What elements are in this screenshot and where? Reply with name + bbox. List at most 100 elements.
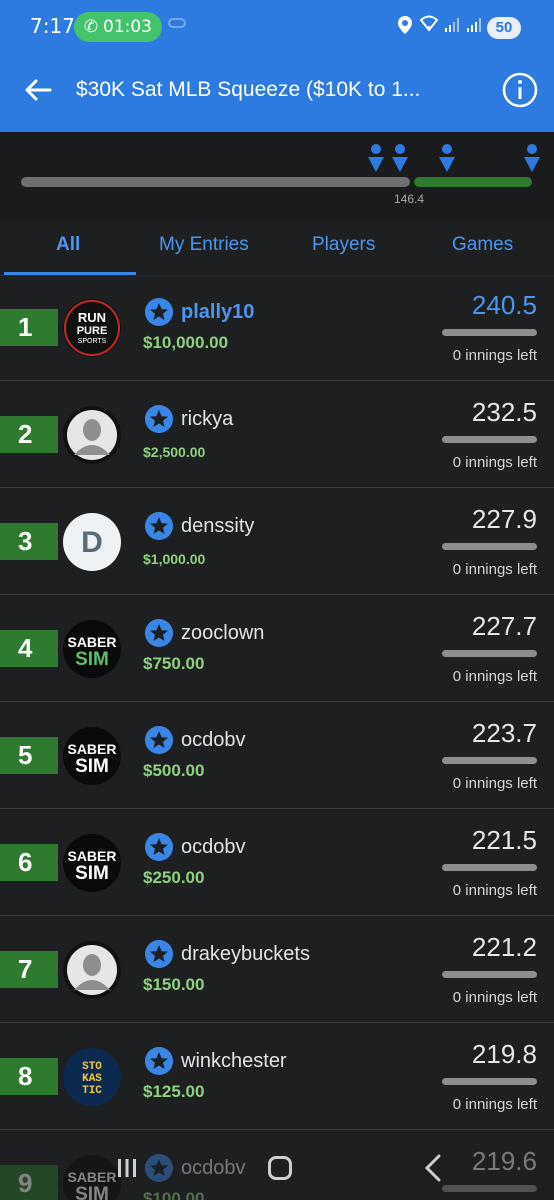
star-icon[interactable]: [145, 405, 173, 433]
star-icon[interactable]: [145, 833, 173, 861]
star-icon[interactable]: [145, 1047, 173, 1075]
progress-bar-payout-zone: [414, 177, 532, 187]
username[interactable]: ocdobv: [181, 729, 246, 752]
leaderboard-row[interactable]: 3 D denssity $1,000.00 227.9 0 innings l…: [0, 488, 554, 595]
tab-players[interactable]: Players: [312, 234, 375, 256]
svg-text:RUN: RUN: [78, 310, 106, 325]
rank-badge: 8: [0, 1058, 58, 1095]
user-avatar[interactable]: [62, 940, 122, 1000]
user-avatar[interactable]: [62, 405, 122, 465]
status-bar: 7:17 ✆ 01:03 50: [0, 0, 554, 56]
user-avatar[interactable]: D: [62, 512, 122, 572]
username[interactable]: denssity: [181, 515, 254, 538]
username[interactable]: ocdobv: [181, 836, 246, 859]
user-avatar[interactable]: SABER SIM: [62, 619, 122, 679]
svg-text:TIC: TIC: [82, 1085, 102, 1097]
rank-badge: 1: [0, 309, 58, 346]
prize-amount: $150.00: [143, 975, 205, 994]
star-icon[interactable]: [145, 512, 173, 540]
user-avatar[interactable]: SABER SIM: [62, 833, 122, 893]
rank-badge: 5: [0, 737, 58, 774]
nav-back-icon[interactable]: [424, 1154, 442, 1182]
tab-bar: All My Entries Players Games: [0, 220, 554, 276]
remaining-progress-bar: [442, 1078, 537, 1085]
top-app-bar: 7:17 ✆ 01:03 50 $30K Sat MLB Squeeze ($10…: [0, 0, 554, 132]
fantasy-score: 223.7: [471, 718, 537, 748]
rank-badge: 7: [0, 951, 58, 988]
star-icon[interactable]: [145, 619, 173, 647]
user-avatar[interactable]: SABER SIM: [62, 726, 122, 786]
username[interactable]: rickya: [181, 408, 233, 431]
remaining-progress-bar: [442, 436, 537, 443]
user-marker-icon[interactable]: [522, 142, 542, 176]
wifi-icon: [419, 15, 439, 32]
leaderboard-row[interactable]: 5 SABER SIM ocdobv $500.00 223.7 0 innin…: [0, 702, 554, 809]
rank-badge: 3: [0, 523, 58, 560]
recent-apps-icon[interactable]: [116, 1158, 138, 1178]
username[interactable]: plally10: [181, 301, 254, 324]
svg-text:PURE: PURE: [77, 325, 108, 337]
fantasy-score: 232.5: [471, 397, 537, 427]
username[interactable]: drakeybuckets: [181, 943, 310, 966]
contest-title: $30K Sat MLB Squeeze ($10K to 1...: [76, 78, 421, 101]
rank-badge: 6: [0, 844, 58, 881]
username[interactable]: winkchester: [181, 1050, 287, 1073]
svg-text:SABER: SABER: [67, 848, 116, 864]
remaining-progress-bar: [442, 543, 537, 550]
home-icon[interactable]: [268, 1156, 292, 1180]
innings-left: 0 innings left: [452, 882, 537, 899]
user-marker-icon[interactable]: [437, 142, 457, 176]
user-avatar[interactable]: STO KAS TIC: [62, 1047, 122, 1107]
star-icon[interactable]: [145, 940, 173, 968]
prize-amount: $125.00: [143, 1082, 205, 1101]
battery-indicator: 50: [487, 17, 521, 39]
star-icon[interactable]: [145, 298, 173, 326]
progress-bar-track: [21, 177, 410, 187]
svg-text:SIM: SIM: [75, 756, 109, 777]
app-root: 7:17 ✆ 01:03 50 $30K Sat MLB Squeeze ($10…: [0, 0, 554, 1200]
location-icon: [398, 16, 412, 34]
tab-all[interactable]: All: [56, 234, 80, 256]
innings-left: 0 innings left: [452, 668, 537, 685]
username[interactable]: zooclown: [181, 622, 264, 645]
rank-badge: 2: [0, 416, 58, 453]
fantasy-score: 227.7: [471, 611, 537, 641]
user-avatar[interactable]: RUN PURE SPORTS: [62, 298, 122, 358]
payout-progress: [0, 132, 554, 220]
leaderboard-row[interactable]: 8 STO KAS TIC winkchester $125.00 219.8 …: [0, 1023, 554, 1130]
prize-amount: $750.00: [143, 654, 205, 673]
fantasy-score: 240.5: [471, 290, 537, 320]
phone-icon: ✆: [83, 17, 99, 37]
contest-header: $30K Sat MLB Squeeze ($10K to 1...: [0, 60, 554, 126]
leaderboard-row[interactable]: 2 rickya $2,500.00 232.5 0 innings left: [0, 381, 554, 488]
svg-text:SABER: SABER: [67, 741, 116, 757]
signal-icon-2: [467, 18, 481, 32]
leaderboard-row[interactable]: 4 SABER SIM zooclown $750.00 227.7 0 inn…: [0, 595, 554, 702]
prize-amount: $10,000.00: [143, 333, 229, 352]
remaining-progress-bar: [442, 864, 537, 871]
signal-icon: [445, 18, 459, 32]
fantasy-score: 221.2: [471, 932, 537, 962]
innings-left: 0 innings left: [452, 775, 537, 792]
svg-text:SIM: SIM: [75, 863, 109, 884]
innings-left: 0 innings left: [452, 561, 537, 578]
leaderboard-row[interactable]: 7 drakeybuckets $150.00 221.2 0 innings …: [0, 916, 554, 1023]
leaderboard-row[interactable]: 1 RUN PURE SPORTS plally10 $10,000.00 24…: [0, 274, 554, 381]
cloud-icon: [168, 18, 186, 28]
call-timer-pill[interactable]: ✆ 01:03: [74, 12, 162, 42]
leaderboard-row[interactable]: 6 SABER SIM ocdobv $250.00 221.5 0 innin…: [0, 809, 554, 916]
remaining-progress-bar: [442, 650, 537, 657]
innings-left: 0 innings left: [452, 347, 537, 364]
svg-text:SABER: SABER: [67, 634, 116, 650]
star-icon[interactable]: [145, 726, 173, 754]
info-icon[interactable]: [502, 72, 538, 108]
innings-left: 0 innings left: [452, 1096, 537, 1113]
innings-left: 0 innings left: [452, 454, 537, 471]
back-arrow-icon[interactable]: [22, 74, 54, 106]
tab-my-entries[interactable]: My Entries: [159, 234, 249, 256]
user-marker-icon[interactable]: [390, 142, 410, 176]
user-marker-icon[interactable]: [366, 142, 386, 176]
fantasy-score: 227.9: [471, 504, 537, 534]
svg-text:SIM: SIM: [75, 649, 109, 670]
tab-games[interactable]: Games: [452, 234, 513, 256]
